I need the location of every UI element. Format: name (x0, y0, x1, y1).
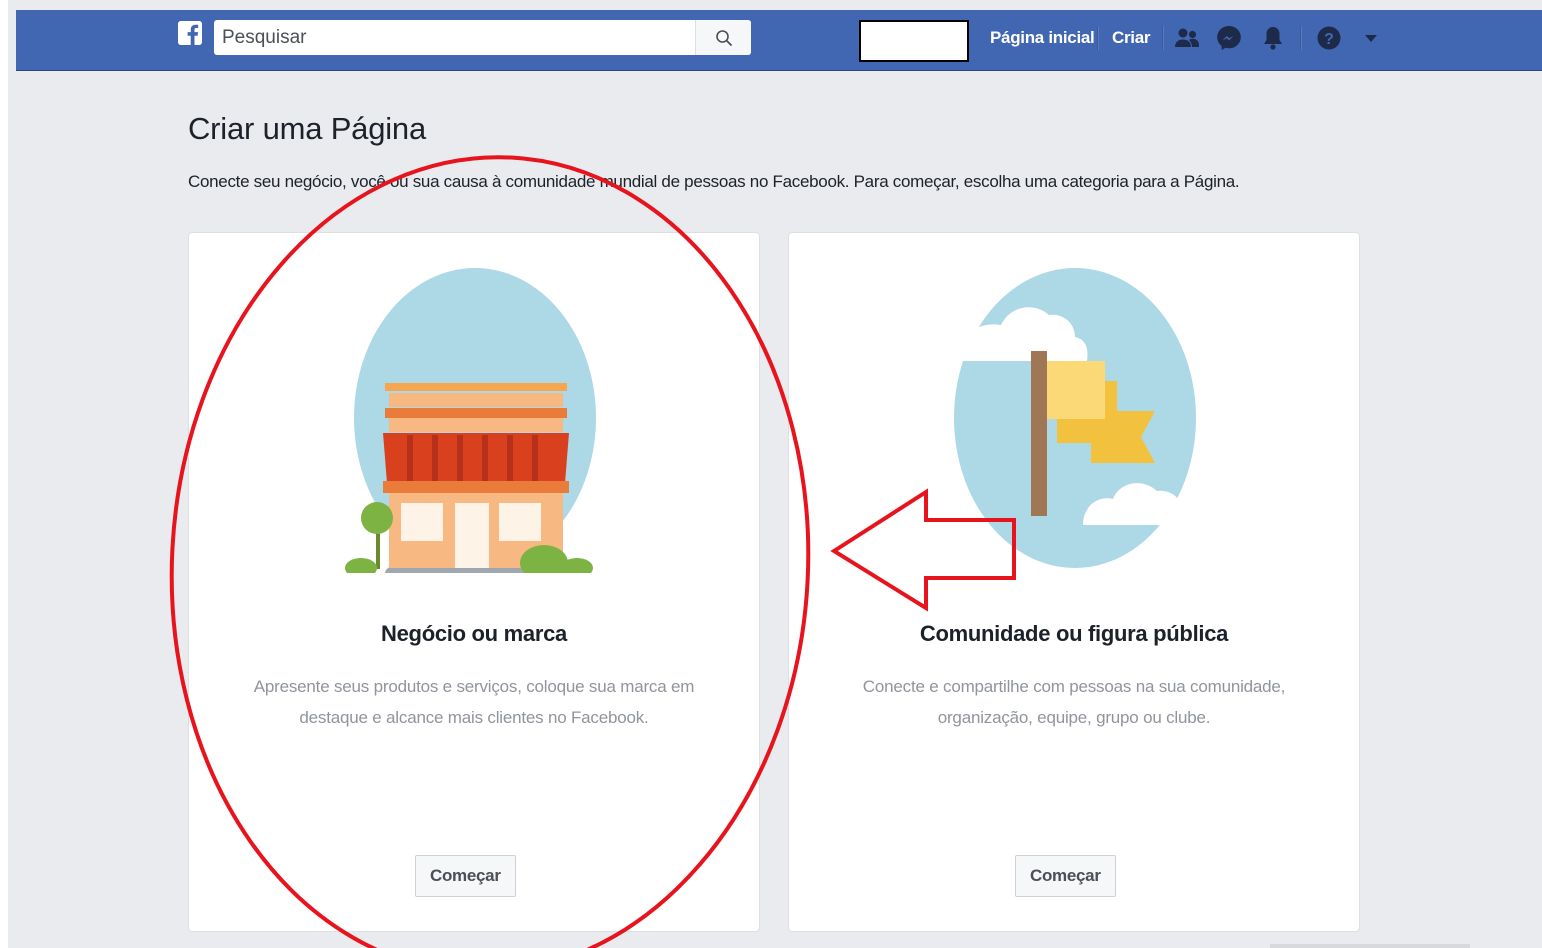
community-start-button[interactable]: Começar (1015, 855, 1116, 897)
card-description: Conecte e compartilhe com pessoas na sua… (862, 677, 1286, 727)
page-title: Criar uma Página (188, 111, 427, 146)
nav-separator (1300, 26, 1301, 50)
card-title: Negócio ou marca (381, 621, 567, 646)
search-input[interactable] (214, 20, 702, 55)
nav-home-link[interactable]: Página inicial (990, 28, 1095, 48)
top-navigation-bar: Página inicial Criar ? (16, 10, 1542, 71)
business-start-button[interactable]: Começar (415, 855, 516, 897)
flag-illustration (953, 268, 1196, 568)
messenger-icon[interactable] (1216, 25, 1242, 51)
page-subtitle: Conecte seu negócio, você ou sua causa à… (188, 172, 1240, 191)
search-bar (214, 20, 751, 55)
dropdown-caret-icon[interactable] (1358, 25, 1384, 51)
svg-text:?: ? (1324, 31, 1334, 48)
bottom-scroll-hint (1270, 944, 1470, 948)
notifications-bell-icon[interactable] (1260, 25, 1286, 51)
storefront-illustration (345, 268, 596, 573)
nav-separator (1162, 26, 1163, 50)
search-button[interactable] (695, 20, 751, 55)
facebook-logo-icon[interactable] (178, 21, 202, 45)
help-icon[interactable]: ? (1316, 25, 1342, 51)
community-or-public-figure-card[interactable]: Comunidade ou figura pública Conecte e c… (788, 232, 1360, 932)
nav-separator (1097, 26, 1098, 50)
nav-create-link[interactable]: Criar (1112, 28, 1150, 48)
profile-link-redacted[interactable] (859, 20, 969, 62)
business-or-brand-card[interactable]: Negócio ou marca Apresente seus produtos… (188, 232, 760, 932)
card-title: Comunidade ou figura pública (919, 621, 1229, 646)
search-icon (715, 29, 732, 46)
card-description: Apresente seus produtos e serviços, colo… (253, 677, 695, 727)
friends-icon[interactable] (1174, 25, 1200, 51)
